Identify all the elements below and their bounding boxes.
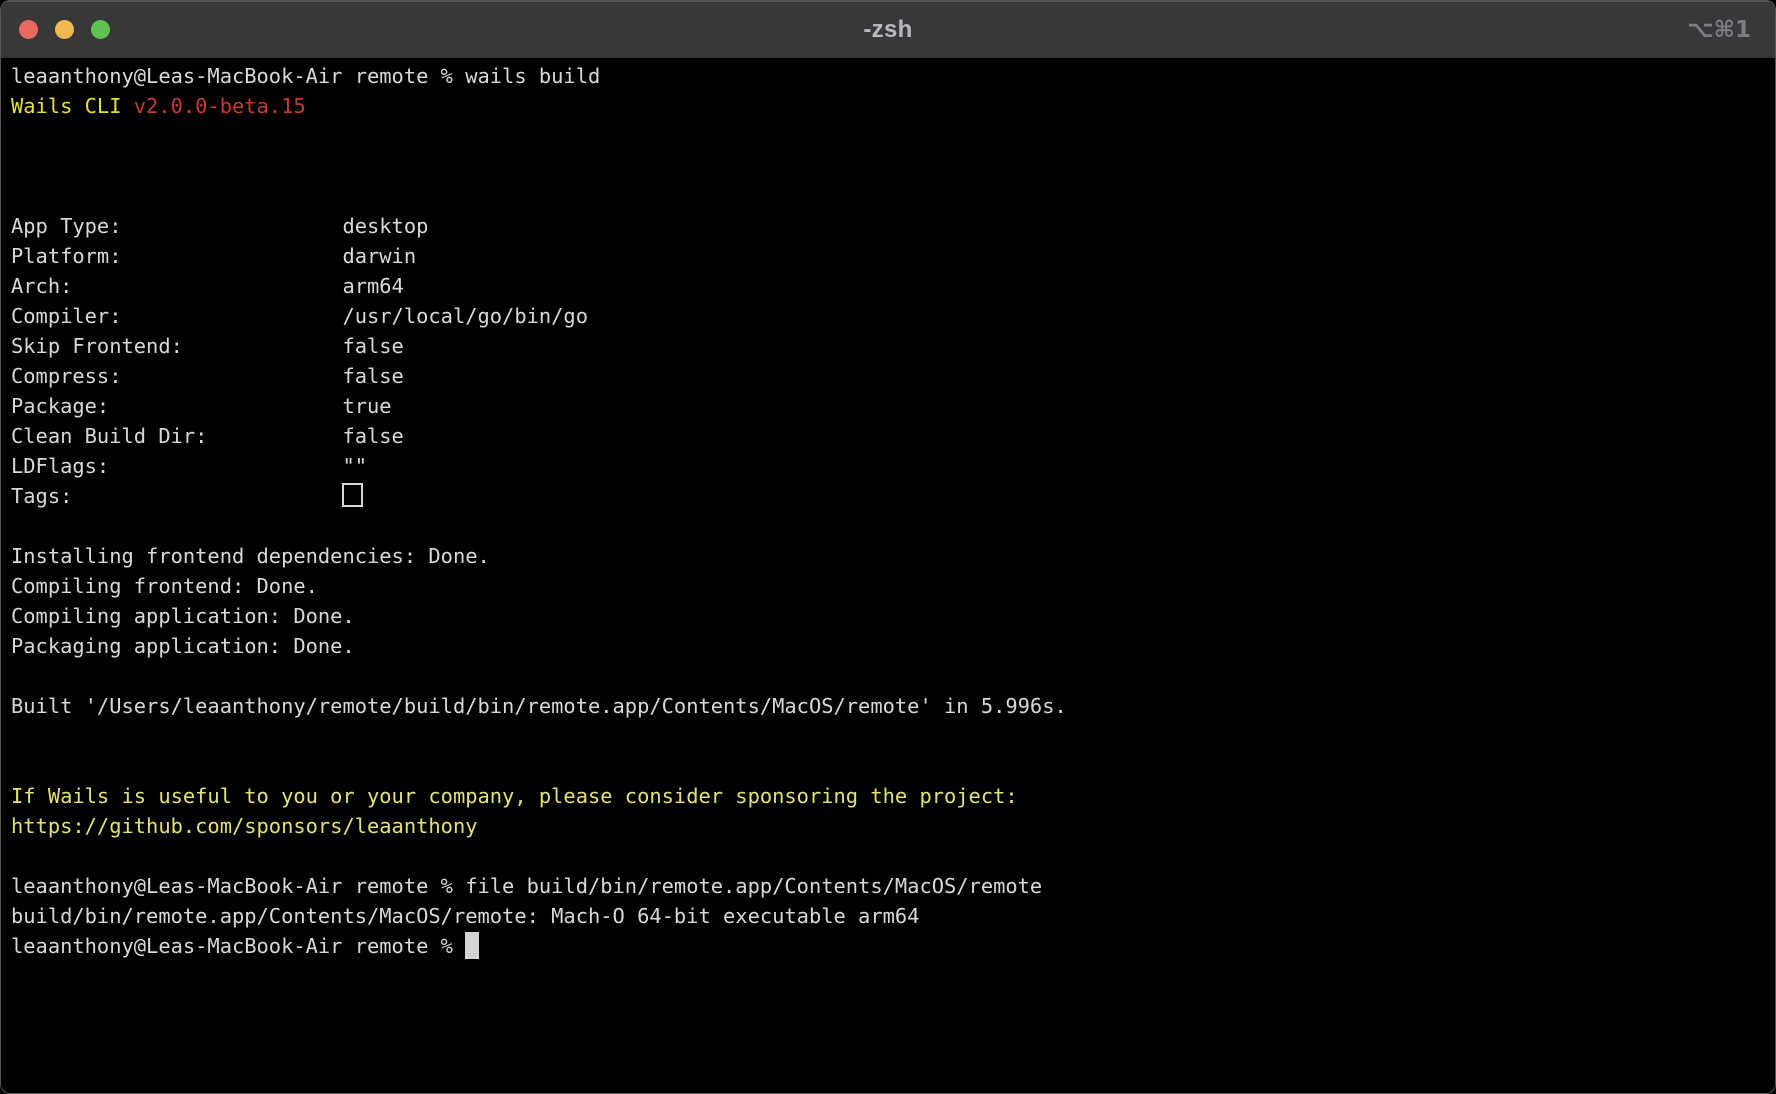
- terminal-line: [11, 151, 1769, 181]
- terminal-line: Installing frontend dependencies: Done.: [11, 541, 1769, 571]
- terminal-line: Compiling frontend: Done.: [11, 571, 1769, 601]
- terminal-text: leaanthony@Leas-MacBook-Air remote % fil…: [11, 874, 1042, 898]
- config-value: /usr/local/go/bin/go: [342, 304, 588, 328]
- config-value: true: [342, 394, 391, 418]
- config-label: LDFlags:: [11, 451, 342, 481]
- config-label: App Type:: [11, 211, 342, 241]
- terminal-line: Tags:: [11, 481, 1769, 511]
- traffic-lights: [19, 1, 110, 58]
- terminal-line: Package:true: [11, 391, 1769, 421]
- config-value: false: [342, 424, 403, 448]
- terminal-line: leaanthony@Leas-MacBook-Air remote %: [11, 931, 1769, 961]
- config-label: Platform:: [11, 241, 342, 271]
- terminal-text: build/bin/remote.app/Contents/MacOS/remo…: [11, 904, 919, 928]
- terminal-line: https://github.com/sponsors/leaanthony: [11, 811, 1769, 841]
- config-value: "": [342, 454, 367, 478]
- terminal-line: [11, 121, 1769, 151]
- terminal-line: [11, 721, 1769, 751]
- terminal-line: leaanthony@Leas-MacBook-Air remote % fil…: [11, 871, 1769, 901]
- config-value: false: [342, 334, 403, 358]
- window-shortcut-badge: ⌥⌘1: [1687, 17, 1751, 43]
- config-label: Arch:: [11, 271, 342, 301]
- config-label: Package:: [11, 391, 342, 421]
- terminal-text: Installing frontend dependencies: Done.: [11, 544, 490, 568]
- config-value: darwin: [342, 244, 416, 268]
- terminal-line: Skip Frontend:false: [11, 331, 1769, 361]
- titlebar[interactable]: -zsh ⌥⌘1: [1, 1, 1775, 58]
- terminal-line: [11, 751, 1769, 781]
- terminal-text: Compiling application: Done.: [11, 604, 355, 628]
- terminal-screen[interactable]: leaanthony@Leas-MacBook-Air remote % wai…: [1, 58, 1775, 1093]
- terminal-line: build/bin/remote.app/Contents/MacOS/remo…: [11, 901, 1769, 931]
- terminal-text: Packaging application: Done.: [11, 634, 355, 658]
- config-label: Compress:: [11, 361, 342, 391]
- config-label: Skip Frontend:: [11, 331, 342, 361]
- terminal-line: LDFlags:"": [11, 451, 1769, 481]
- minimize-button[interactable]: [55, 20, 74, 39]
- terminal-line: Clean Build Dir:false: [11, 421, 1769, 451]
- config-label: Compiler:: [11, 301, 342, 331]
- terminal-cursor: [465, 932, 479, 959]
- terminal-line: Platform:darwin: [11, 241, 1769, 271]
- close-button[interactable]: [19, 20, 38, 39]
- terminal-line: [11, 841, 1769, 871]
- terminal-text: v2.0.0-beta.15: [134, 94, 306, 118]
- terminal-line: Compiling application: Done.: [11, 601, 1769, 631]
- terminal-line: Built '/Users/leaanthony/remote/build/bi…: [11, 691, 1769, 721]
- terminal-line: [11, 661, 1769, 691]
- config-label: Tags:: [11, 481, 342, 511]
- terminal-line: If Wails is useful to you or your compan…: [11, 781, 1769, 811]
- terminal-line: Arch:arm64: [11, 271, 1769, 301]
- sponsor-link[interactable]: https://github.com/sponsors/leaanthony: [11, 814, 478, 838]
- config-value: arm64: [342, 274, 403, 298]
- terminal-line: Compiler:/usr/local/go/bin/go: [11, 301, 1769, 331]
- terminal-text: Built '/Users/leaanthony/remote/build/bi…: [11, 694, 1067, 718]
- terminal-text: Wails CLI: [11, 94, 134, 118]
- terminal-text: Compiling frontend: Done.: [11, 574, 318, 598]
- config-label: Clean Build Dir:: [11, 421, 342, 451]
- config-value: false: [342, 364, 403, 388]
- terminal-line: Wails CLI v2.0.0-beta.15: [11, 91, 1769, 121]
- zoom-button[interactable]: [91, 20, 110, 39]
- terminal-line: [11, 511, 1769, 541]
- terminal-line: App Type:desktop: [11, 211, 1769, 241]
- terminal-text: leaanthony@Leas-MacBook-Air remote % wai…: [11, 64, 600, 88]
- terminal-line: [11, 181, 1769, 211]
- terminal-text: leaanthony@Leas-MacBook-Air remote %: [11, 934, 465, 958]
- window-title: -zsh: [863, 16, 912, 44]
- terminal-window: -zsh ⌥⌘1 leaanthony@Leas-MacBook-Air rem…: [0, 0, 1776, 1094]
- terminal-line: Compress:false: [11, 361, 1769, 391]
- terminal-text: If Wails is useful to you or your compan…: [11, 784, 1018, 808]
- empty-list-glyph: [342, 483, 363, 507]
- terminal-line: leaanthony@Leas-MacBook-Air remote % wai…: [11, 61, 1769, 91]
- terminal-line: Packaging application: Done.: [11, 631, 1769, 661]
- config-value: desktop: [342, 214, 428, 238]
